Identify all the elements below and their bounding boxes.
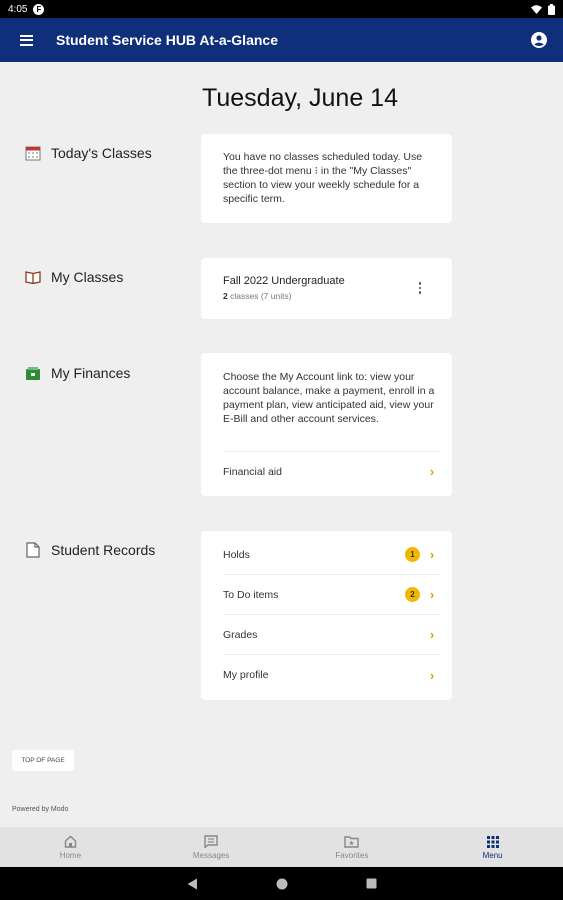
my-finances-card: Choose the My Account link to: view your…	[201, 353, 452, 496]
section-my-finances: My Finances	[24, 364, 130, 382]
holds-label: Holds	[223, 548, 250, 561]
section-student-records: Student Records	[24, 541, 155, 559]
section-my-classes: My Classes	[24, 268, 123, 286]
todays-classes-card: You have no classes scheduled today. Use…	[201, 134, 452, 223]
nav-home[interactable]: Home	[0, 827, 141, 867]
class-count-number: 2	[223, 291, 228, 301]
term-name: Fall 2022 Undergraduate	[223, 275, 345, 287]
section-label-my-finances: My Finances	[51, 365, 131, 381]
list-item-my-profile[interactable]: My profile ›	[223, 655, 440, 695]
book-icon	[24, 268, 42, 286]
todo-count-badge: 2	[405, 587, 420, 602]
nav-menu[interactable]: Menu	[422, 827, 563, 867]
calendar-icon	[24, 144, 42, 162]
system-nav-bar	[0, 867, 563, 900]
chevron-right-icon: ›	[429, 587, 435, 602]
nav-messages-label: Messages	[192, 850, 230, 860]
status-bar: 4:05 F	[0, 0, 563, 18]
chevron-right-icon: ›	[429, 627, 435, 642]
financial-aid-label: Financial aid	[223, 465, 282, 478]
class-count: 2 classes (7 units)	[223, 291, 292, 301]
status-time: 4:05	[8, 3, 28, 15]
nav-favorites[interactable]: Favorites	[282, 827, 423, 867]
list-item-grades[interactable]: Grades ›	[223, 615, 440, 655]
nav-favorites-label: Favorites	[335, 850, 369, 860]
chevron-right-icon: ›	[429, 667, 435, 683]
nav-home-label: Home	[59, 850, 82, 860]
section-label-my-classes: My Classes	[51, 269, 124, 285]
nav-messages[interactable]: Messages	[141, 827, 282, 867]
top-of-page-button[interactable]: TOP OF PAGE	[12, 750, 74, 771]
app-title: Student Service HUB At-a-Glance	[56, 32, 278, 48]
menu-button[interactable]	[0, 18, 52, 62]
list-item-holds[interactable]: Holds 1 ›	[223, 535, 440, 575]
my-profile-label: My profile	[223, 669, 269, 681]
favorites-icon	[344, 835, 360, 849]
grid-icon	[486, 835, 499, 849]
account-button[interactable]	[515, 18, 563, 62]
wallet-icon	[24, 364, 42, 382]
section-label-student-records: Student Records	[51, 542, 156, 558]
section-todays-classes: Today's Classes	[24, 144, 152, 162]
home-circle-icon[interactable]	[276, 878, 288, 890]
chevron-right-icon: ›	[429, 464, 435, 479]
status-icons	[531, 3, 555, 15]
wifi-icon	[531, 4, 542, 14]
bottom-nav: Home Messages Favorites Menu	[0, 827, 563, 867]
finances-message: Choose the My Account link to: view your…	[223, 371, 435, 425]
account-icon	[531, 32, 547, 48]
class-count-suffix: classes (7 units)	[230, 291, 292, 301]
no-classes-message: You have no classes scheduled today. Use…	[223, 151, 423, 205]
section-label-todays-classes: Today's Classes	[51, 145, 152, 161]
app-notification-icon: F	[33, 3, 45, 15]
chevron-right-icon: ›	[429, 547, 435, 562]
date-heading: Tuesday, June 14	[202, 84, 398, 112]
back-icon[interactable]	[187, 878, 198, 890]
grades-label: Grades	[223, 628, 258, 641]
more-options-icon[interactable]	[413, 278, 427, 298]
app-bar: Student Service HUB At-a-Glance	[0, 18, 563, 62]
holds-count-badge: 1	[405, 547, 420, 562]
home-icon	[64, 835, 77, 849]
my-classes-card[interactable]: Fall 2022 Undergraduate 2 classes (7 uni…	[201, 258, 452, 319]
nav-menu-label: Menu	[482, 850, 503, 860]
powered-by-text: Powered by Modo	[12, 806, 69, 813]
financial-aid-link[interactable]: Financial aid ›	[223, 451, 440, 491]
document-icon	[24, 541, 42, 559]
recents-icon[interactable]	[366, 878, 377, 889]
battery-icon	[548, 3, 555, 15]
todo-label: To Do items	[223, 588, 279, 601]
student-records-card: Holds 1 › To Do items 2 › Grades › My pr…	[201, 531, 452, 700]
hamburger-icon	[19, 34, 33, 46]
messages-icon	[204, 835, 218, 849]
list-item-todo[interactable]: To Do items 2 ›	[223, 575, 440, 615]
